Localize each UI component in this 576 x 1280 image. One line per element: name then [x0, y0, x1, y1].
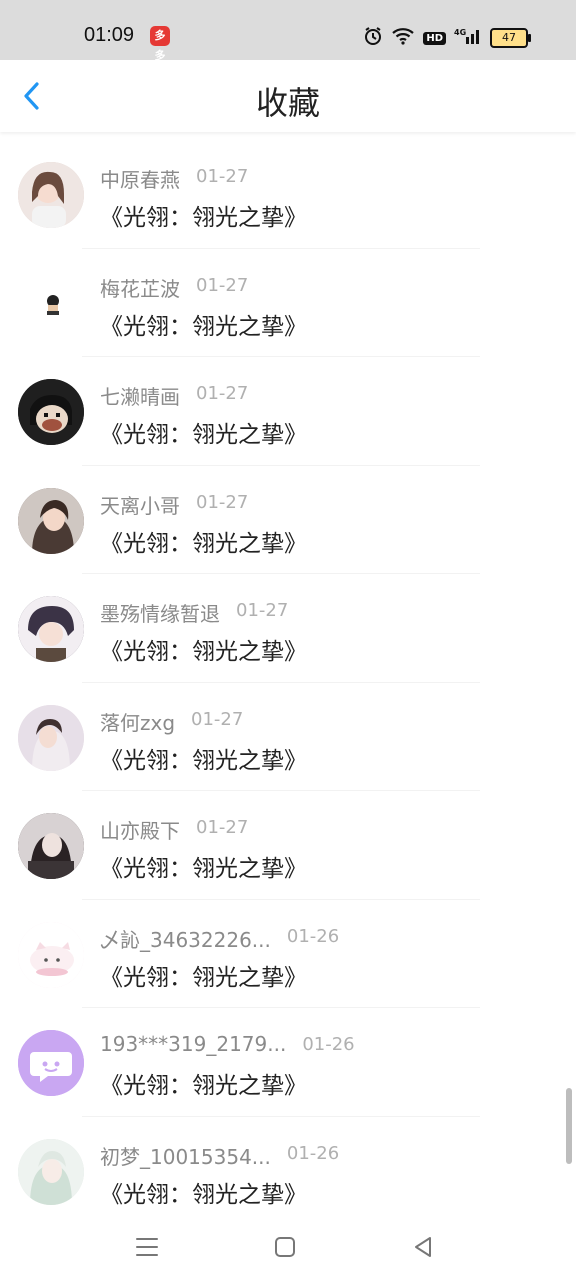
timestamp: 01-26 [286, 925, 340, 947]
home-button[interactable] [270, 1232, 300, 1262]
avatar[interactable] [18, 704, 84, 771]
hd-icon: HD [423, 31, 446, 45]
user-name: 初梦_10015354... [100, 1144, 271, 1169]
avatar[interactable] [18, 487, 84, 554]
favorite-title: 《光翎：翎光之挚》 [100, 639, 307, 665]
alarm-icon [363, 26, 383, 50]
timestamp: 01-27 [196, 383, 249, 404]
timestamp: 01-27 [196, 274, 249, 296]
favorite-title: 《光翎：翎光之挚》 [100, 856, 307, 882]
timestamp: 01-27 [236, 600, 289, 621]
favorite-title: 《光翎：翎光之挚》 [100, 313, 307, 340]
menu-button[interactable] [132, 1232, 162, 1262]
timestamp: 01-27 [191, 708, 244, 730]
status-bar: 01:09 多多 HD 4G 47 [0, 0, 576, 62]
user-name: 乄訫_34632226... [100, 927, 271, 952]
app-notification-icon: 多多 [150, 26, 170, 62]
favorite-title: 《光翎：翎光之挚》 [100, 530, 307, 557]
user-name: 山亦殿下 [100, 819, 180, 843]
list-item[interactable]: 初梦_10015354... 01-26 《光翎：翎光之挚》 [0, 1117, 576, 1226]
avatar[interactable] [18, 162, 84, 228]
user-name: 中原春燕 [100, 168, 180, 192]
menu-icon [136, 1238, 158, 1256]
avatar[interactable] [18, 1030, 84, 1096]
user-name: 193***319_2179... [100, 1032, 287, 1056]
page-header: 收藏 [0, 60, 576, 132]
avatar[interactable] [18, 921, 84, 988]
list-item[interactable]: 山亦殿下 01-27 《光翎：翎光之挚》 [0, 791, 576, 900]
favorite-title: 《光翎：翎光之挚》 [100, 1181, 307, 1208]
avatar[interactable] [18, 1138, 84, 1205]
list-item[interactable]: 乄訫_34632226... 01-26 《光翎：翎光之挚》 [0, 900, 576, 1008]
avatar[interactable] [18, 596, 84, 662]
user-name: 七濑晴画 [100, 385, 180, 409]
user-name: 梅花芷波 [100, 276, 180, 301]
triangle-back-icon [415, 1237, 431, 1257]
avatar[interactable] [18, 270, 84, 337]
battery-indicator: 47 [490, 28, 531, 48]
nav-back-button[interactable] [408, 1232, 438, 1262]
timestamp: 01-27 [196, 817, 249, 838]
list-item[interactable]: 天离小哥 01-27 《光翎：翎光之挚》 [0, 466, 576, 574]
scrollbar[interactable] [566, 1088, 572, 1164]
avatar[interactable] [18, 813, 84, 879]
user-name: 墨殇情缘暂退 [100, 602, 220, 626]
favorite-title: 《光翎：翎光之挚》 [100, 1073, 307, 1099]
timestamp: 01-27 [196, 166, 249, 187]
list-item[interactable]: 梅花芷波 01-27 《光翎：翎光之挚》 [0, 249, 576, 357]
list-item[interactable]: 193***319_2179... 01-26 《光翎：翎光之挚》 [0, 1008, 576, 1117]
status-icons: HD 4G 47 [363, 26, 531, 50]
user-name: 天离小哥 [100, 493, 180, 518]
list-item[interactable]: 七濑晴画 01-27 《光翎：翎光之挚》 [0, 357, 576, 466]
status-time: 01:09 [84, 24, 135, 46]
list-item[interactable]: 落何zxg 01-27 《光翎：翎光之挚》 [0, 683, 576, 791]
system-nav-bar [0, 1214, 576, 1280]
favorites-list: 中原春燕 01-27 《光翎：翎光之挚》 梅花芷波 01-27 《光翎：翎光之挚》 … [0, 140, 576, 1225]
favorite-title: 《光翎：翎光之挚》 [100, 205, 307, 231]
list-item[interactable]: 中原春燕 01-27 《光翎：翎光之挚》 [0, 140, 576, 249]
square-home-icon [275, 1237, 295, 1257]
svg-text:4G: 4G [454, 28, 466, 37]
timestamp: 01-26 [286, 1142, 340, 1164]
timestamp: 01-26 [302, 1034, 355, 1055]
list-item[interactable]: 墨殇情缘暂退 01-27 《光翎：翎光之挚》 [0, 574, 576, 683]
timestamp: 01-27 [196, 491, 249, 513]
wifi-icon [391, 27, 415, 49]
user-name: 落何zxg [100, 710, 176, 735]
avatar[interactable] [18, 379, 84, 445]
signal-icon: 4G [454, 27, 482, 49]
page-title: 收藏 [255, 84, 320, 122]
favorite-title: 《光翎：翎光之挚》 [100, 747, 307, 774]
favorite-title: 《光翎：翎光之挚》 [100, 422, 307, 448]
favorite-title: 《光翎：翎光之挚》 [100, 964, 307, 991]
